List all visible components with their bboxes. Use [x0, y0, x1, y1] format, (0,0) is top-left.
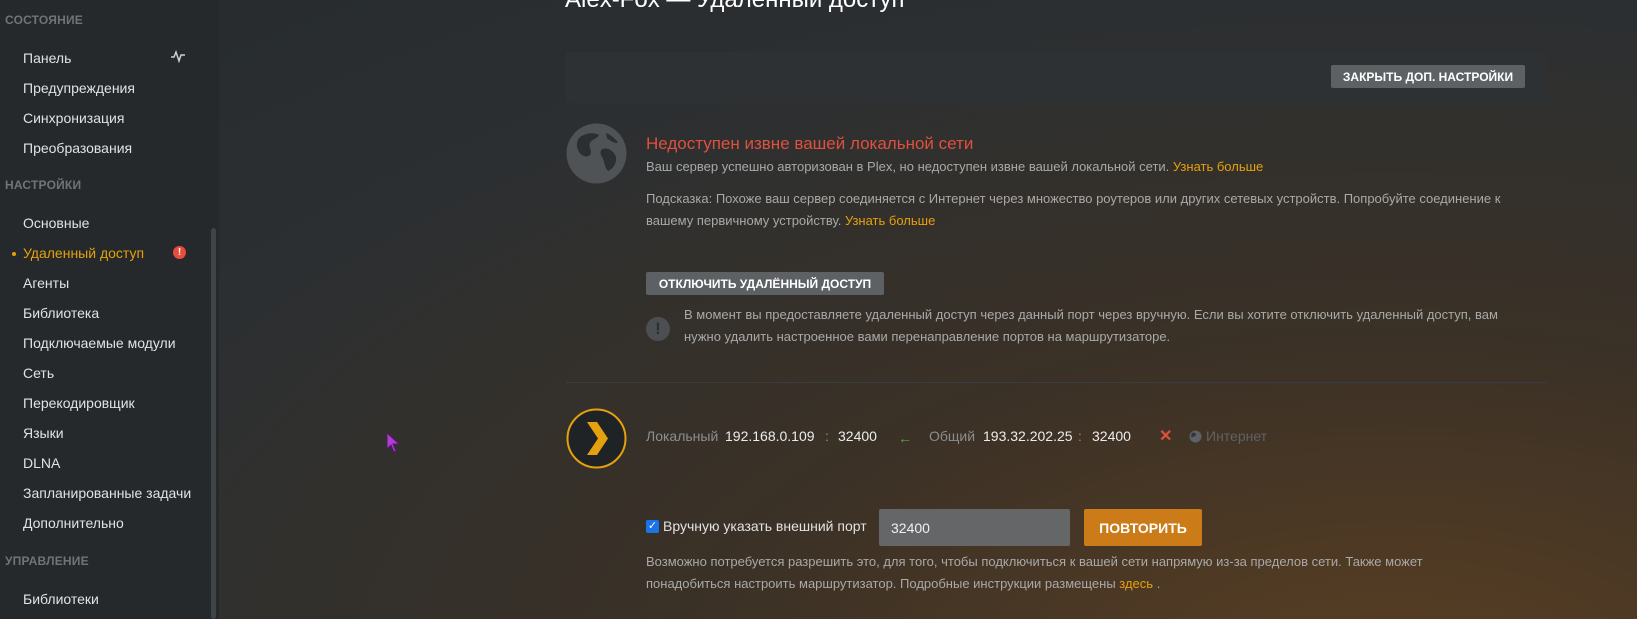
arrow-left-icon: ←	[898, 430, 912, 446]
close-advanced-button[interactable]: ЗАКРЫТЬ ДОП. НАСТРОЙКИ	[1331, 65, 1525, 88]
hint-line-2-row: вашему первичному устройству. Узнать бол…	[646, 210, 935, 232]
sidebar-item-scheduled-tasks[interactable]: Запланированные задачи	[23, 485, 191, 501]
sidebar: Состояние Панель Предупреждения Синхрони…	[0, 0, 219, 619]
local-separator: :	[825, 428, 829, 444]
sidebar-item-sync[interactable]: Синхронизация	[23, 110, 124, 126]
section-header-settings: Настройки	[5, 178, 82, 192]
internet-globe-icon	[1189, 430, 1202, 443]
divider	[566, 382, 1547, 383]
instructions-link[interactable]: здесь	[1119, 576, 1153, 591]
pulse-icon	[171, 49, 185, 63]
local-port: 32400	[838, 428, 877, 444]
globe-icon	[566, 123, 627, 184]
sidebar-item-dashboard[interactable]: Панель	[23, 50, 71, 66]
status-description: Ваш сервер успешно авторизован в Plex, н…	[646, 159, 1170, 174]
hint-line-2: вашему первичному устройству.	[646, 213, 842, 228]
external-port-input[interactable]	[879, 509, 1070, 546]
note-end: .	[1156, 576, 1161, 591]
section-header-manage: Управление	[5, 554, 89, 568]
sidebar-item-languages[interactable]: Языки	[23, 425, 64, 441]
learn-more-link[interactable]: Узнать больше	[1173, 159, 1263, 174]
disable-remote-access-button[interactable]: ОТКЛЮЧИТЬ УДАЛЁННЫЙ ДОСТУП	[646, 272, 884, 295]
active-indicator	[12, 252, 16, 256]
sidebar-item-transcoder[interactable]: Перекодировщик	[23, 395, 135, 411]
public-ip: 193.32.202.25	[983, 428, 1073, 444]
status-description-line: Ваш сервер успешно авторизован в Plex, н…	[646, 156, 1263, 178]
public-separator: :	[1078, 428, 1082, 444]
sidebar-item-general[interactable]: Основные	[23, 215, 89, 231]
sidebar-item-remote-access[interactable]: Удаленный доступ	[23, 245, 144, 261]
sidebar-item-conversions[interactable]: Преобразования	[23, 140, 132, 156]
warning-line-2: нужно удалить настроенное вами перенапра…	[684, 329, 1171, 344]
local-ip: 192.168.0.109	[725, 428, 815, 444]
hint-line-1: Подсказка: Похоже ваш сервер соединяется…	[646, 191, 1501, 206]
retry-button[interactable]: ПОВТОРИТЬ	[1084, 509, 1202, 546]
internet-label: Интернет	[1206, 428, 1268, 444]
note-line-2-row: понадобиться настроить маршрутизатор. По…	[646, 573, 1160, 595]
sidebar-item-alerts[interactable]: Предупреждения	[23, 80, 135, 96]
hint-learn-more-link[interactable]: Узнать больше	[845, 213, 935, 228]
manual-port-checkbox[interactable]: ✓	[646, 519, 659, 533]
section-header-status: Состояние	[5, 13, 83, 27]
plex-logo-icon	[566, 408, 627, 469]
note-line-2: понадобиться настроить маршрутизатор. По…	[646, 576, 1116, 591]
sidebar-item-network[interactable]: Сеть	[23, 365, 54, 381]
sidebar-item-dlna[interactable]: DLNA	[23, 455, 60, 471]
sidebar-item-plugins[interactable]: Подключаемые модули	[23, 335, 176, 351]
page-title: Alex-Fox — Удаленный доступ	[565, 0, 905, 14]
public-port: 32400	[1092, 428, 1131, 444]
sidebar-item-advanced[interactable]: Дополнительно	[23, 515, 124, 531]
note-line-1: Возможно потребуется разрешить это, для …	[646, 554, 1423, 569]
sidebar-item-libraries[interactable]: Библиотеки	[23, 591, 99, 607]
local-label: Локальный	[646, 428, 719, 444]
manual-port-label: Вручную указать внешний порт	[663, 518, 867, 534]
x-icon: ✕	[1159, 428, 1173, 445]
sidebar-item-library[interactable]: Библиотека	[23, 305, 99, 321]
public-label: Общий	[929, 428, 976, 444]
warning-line-1: В момент вы предоставляете удаленный дос…	[684, 307, 1498, 322]
sidebar-scrollbar[interactable]	[211, 228, 216, 619]
warning-icon: !	[646, 317, 670, 341]
sidebar-item-agents[interactable]: Агенты	[23, 275, 69, 291]
mouse-cursor-icon	[387, 433, 401, 453]
alert-icon: !	[173, 246, 186, 259]
manual-port-checkbox-row[interactable]: ✓ Вручную указать внешний порт	[646, 518, 867, 534]
status-title: Недоступен извне вашей локальной сети	[646, 134, 974, 153]
